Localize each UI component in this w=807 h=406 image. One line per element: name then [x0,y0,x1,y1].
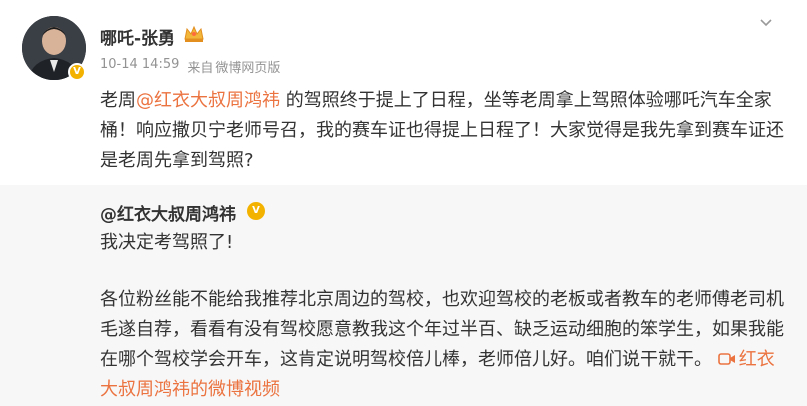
crown-icon [184,25,204,42]
source-prefix: 来自 [187,61,214,76]
post-time[interactable]: 10-14 14:59 [100,57,179,76]
verified-badge-icon: V [247,202,265,220]
weibo-post-card: V 哪吒-张勇 10-14 14:59 来自 微博网页版 老周@红衣大叔周鸿祎 … [0,0,807,406]
video-icon [717,353,735,365]
chevron-down-icon[interactable] [758,14,774,30]
post-meta: 10-14 14:59 来自 微博网页版 [100,57,280,76]
reposted-headline: 我决定考驾照了! [100,232,234,253]
post-source: 微博网页版 [215,61,281,76]
mention-link[interactable]: @红衣大叔周鸿祎 [136,90,280,111]
reposted-body-text: 各位粉丝能不能给我推荐北京周边的驾校，也欢迎驾校的老板或者教车的老师傅老司机毛遂… [100,289,784,370]
post-text-start: 老周 [100,90,136,111]
post-text: 老周@红衣大叔周鸿祎 的驾照终于提上了日程，坐等老周拿上驾照体验哪吒汽车全家桶！… [100,86,790,176]
post-author[interactable]: 哪吒-张勇 [100,24,175,49]
verified-badge-icon: V [68,63,86,81]
reposted-body: 各位粉丝能不能给我推荐北京周边的驾校，也欢迎驾校的老板或者教车的老师傅老司机毛遂… [100,285,790,405]
reposted-author[interactable]: @红衣大叔周鸿祎 [100,200,236,225]
